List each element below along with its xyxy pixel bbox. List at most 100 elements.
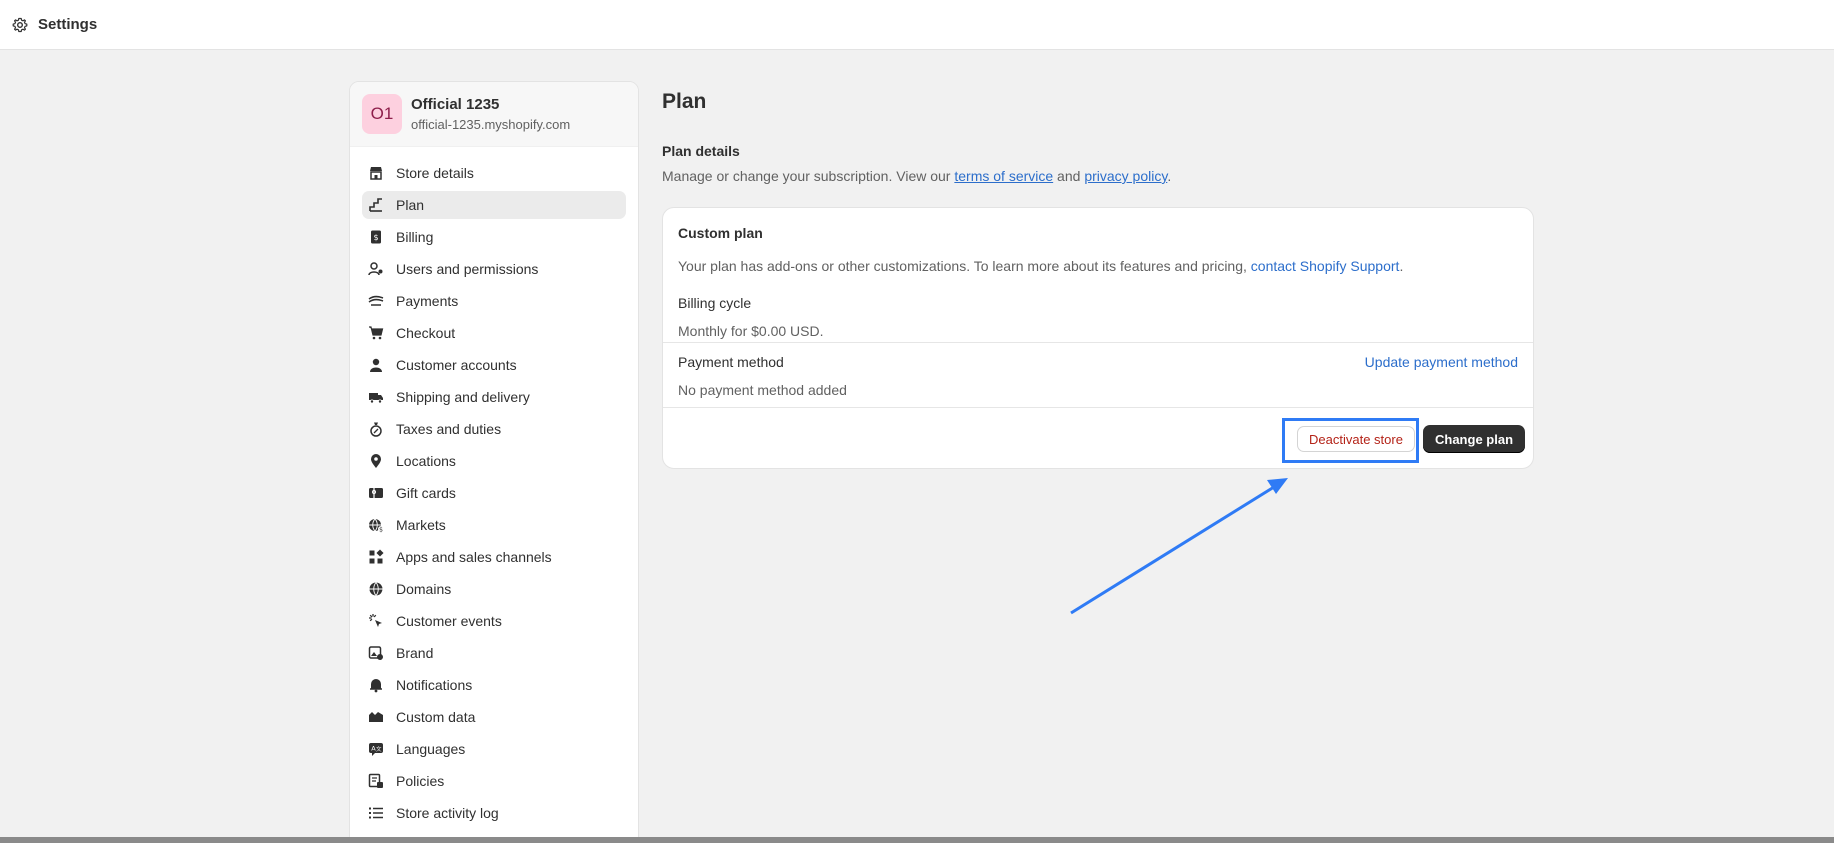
privacy-policy-link[interactable]: privacy policy	[1084, 168, 1167, 184]
sidebar-item-label: Payments	[396, 293, 459, 309]
users-icon	[368, 261, 384, 277]
sidebar-item-label: Billing	[396, 229, 434, 245]
sidebar-item-taxes-and-duties[interactable]: Taxes and duties	[362, 415, 626, 443]
contact-support-link[interactable]: contact Shopify Support	[1251, 258, 1400, 274]
sidebar-item-customer-events[interactable]: Customer events	[362, 607, 626, 635]
sidebar-nav: Store details Plan $ Billing Users and permi…	[350, 147, 638, 827]
brand-icon	[368, 645, 384, 661]
sidebar-item-billing[interactable]: $ Billing	[362, 223, 626, 251]
desc-and: and	[1053, 168, 1085, 184]
truck-icon	[368, 389, 384, 405]
sidebar-item-label: Locations	[396, 453, 456, 469]
deactivate-store-button[interactable]: Deactivate store	[1297, 426, 1415, 452]
plan-info-section: Custom plan Your plan has add-ons or oth…	[663, 208, 1533, 343]
store-name: Official 1235	[411, 96, 500, 113]
person-icon	[368, 357, 384, 373]
payment-method-value: No payment method added	[678, 382, 847, 398]
sidebar-item-label: Shipping and delivery	[396, 389, 530, 405]
plan-icon	[368, 197, 384, 213]
main-content: Plan Plan details Manage or change your …	[662, 90, 1534, 469]
sidebar-item-markets[interactable]: $ Markets	[362, 511, 626, 539]
sidebar-item-label: Gift cards	[396, 485, 456, 501]
cursor-click-icon	[368, 613, 384, 629]
sidebar-item-label: Custom data	[396, 709, 476, 725]
settings-sidebar: O1 Official 1235 official-1235.myshopify…	[349, 81, 639, 843]
sidebar-item-domains[interactable]: Domains	[362, 575, 626, 603]
plan-actions: Deactivate store Change plan	[663, 408, 1533, 468]
custom-plan-desc: Your plan has add-ons or other customiza…	[678, 258, 1251, 274]
tax-icon	[368, 421, 384, 437]
sidebar-item-label: Languages	[396, 741, 466, 757]
support-suffix: .	[1399, 258, 1404, 274]
location-icon	[368, 453, 384, 469]
store-url: official-1235.myshopify.com	[411, 117, 571, 132]
custom-plan-label: Custom plan	[678, 225, 763, 241]
sidebar-item-store-details[interactable]: Store details	[362, 159, 626, 187]
sidebar-item-checkout[interactable]: Checkout	[362, 319, 626, 347]
sidebar-item-label: Brand	[396, 645, 434, 661]
sidebar-item-label: Policies	[396, 773, 445, 789]
cart-icon	[368, 325, 384, 341]
language-icon: A文	[368, 741, 384, 757]
sidebar-item-users-and-permissions[interactable]: Users and permissions	[362, 255, 626, 283]
policy-icon	[368, 773, 384, 789]
globe-dollar-icon: $	[368, 517, 384, 533]
sidebar-item-label: Domains	[396, 581, 452, 597]
billing-cycle-value: Monthly for $0.00 USD.	[678, 323, 824, 339]
sidebar-item-label: Apps and sales channels	[396, 549, 552, 565]
sidebar-item-apps-and-sales-channels[interactable]: Apps and sales channels	[362, 543, 626, 571]
gear-icon	[12, 17, 28, 33]
sidebar-item-label: Store activity log	[396, 805, 499, 821]
sidebar-item-brand[interactable]: Brand	[362, 639, 626, 667]
sidebar-item-store-activity-log[interactable]: Store activity log	[362, 799, 626, 827]
change-plan-button[interactable]: Change plan	[1423, 425, 1526, 453]
terms-of-service-link[interactable]: terms of service	[954, 168, 1053, 184]
sidebar-item-label: Users and permissions	[396, 261, 539, 277]
sidebar-item-customer-accounts[interactable]: Customer accounts	[362, 351, 626, 379]
apps-icon	[368, 549, 384, 565]
sidebar-item-languages[interactable]: A 文 Languages	[362, 735, 626, 763]
plan-details-title: Plan details	[662, 143, 740, 159]
payment-method-section: Payment method No payment method added U…	[663, 343, 1533, 408]
sidebar-item-payments[interactable]: Payments	[362, 287, 626, 315]
svg-text:$: $	[373, 233, 378, 242]
payments-icon	[368, 293, 384, 309]
custom-plan-text: Your plan has add-ons or other customiza…	[678, 258, 1518, 274]
store-header[interactable]: O1 Official 1235 official-1235.myshopify…	[350, 82, 638, 147]
globe-icon	[368, 581, 384, 597]
sidebar-item-policies[interactable]: Policies	[362, 767, 626, 795]
desc-prefix: Manage or change your subscription. View…	[662, 168, 955, 184]
sidebar-item-label: Customer accounts	[396, 357, 517, 373]
sidebar-item-label: Taxes and duties	[396, 421, 502, 437]
list-icon	[368, 805, 384, 821]
desc-suffix: .	[1167, 168, 1172, 184]
sidebar-item-plan[interactable]: Plan	[362, 191, 626, 219]
sidebar-item-shipping-and-delivery[interactable]: Shipping and delivery	[362, 383, 626, 411]
page-header-title: Settings	[38, 16, 98, 33]
window-bottom-edge	[0, 837, 1834, 843]
sidebar-item-label: Notifications	[396, 677, 473, 693]
bell-icon	[368, 677, 384, 693]
sidebar-item-label: Plan	[396, 197, 425, 213]
sidebar-item-label: Checkout	[396, 325, 456, 341]
billing-cycle-label: Billing cycle	[678, 295, 752, 311]
sidebar-item-label: Customer events	[396, 613, 502, 629]
sidebar-item-notifications[interactable]: Notifications	[362, 671, 626, 699]
gift-card-icon	[368, 485, 384, 501]
top-bar: Settings	[0, 0, 1834, 50]
sidebar-item-label: Markets	[396, 517, 446, 533]
avatar: O1	[362, 94, 402, 134]
update-payment-method-link[interactable]: Update payment method	[1365, 354, 1518, 370]
plan-card: Custom plan Your plan has add-ons or oth…	[662, 207, 1534, 469]
plan-details-description: Manage or change your subscription. View…	[662, 168, 1534, 184]
sidebar-item-gift-cards[interactable]: Gift cards	[362, 479, 626, 507]
sidebar-item-label: Store details	[396, 165, 474, 181]
database-icon	[368, 709, 384, 725]
sidebar-item-locations[interactable]: Locations	[362, 447, 626, 475]
store-icon	[368, 165, 384, 181]
page-title: Plan	[662, 90, 707, 113]
svg-text:文: 文	[376, 745, 382, 753]
sidebar-item-custom-data[interactable]: Custom data	[362, 703, 626, 731]
billing-icon: $	[368, 229, 384, 245]
svg-text:$: $	[379, 526, 383, 533]
